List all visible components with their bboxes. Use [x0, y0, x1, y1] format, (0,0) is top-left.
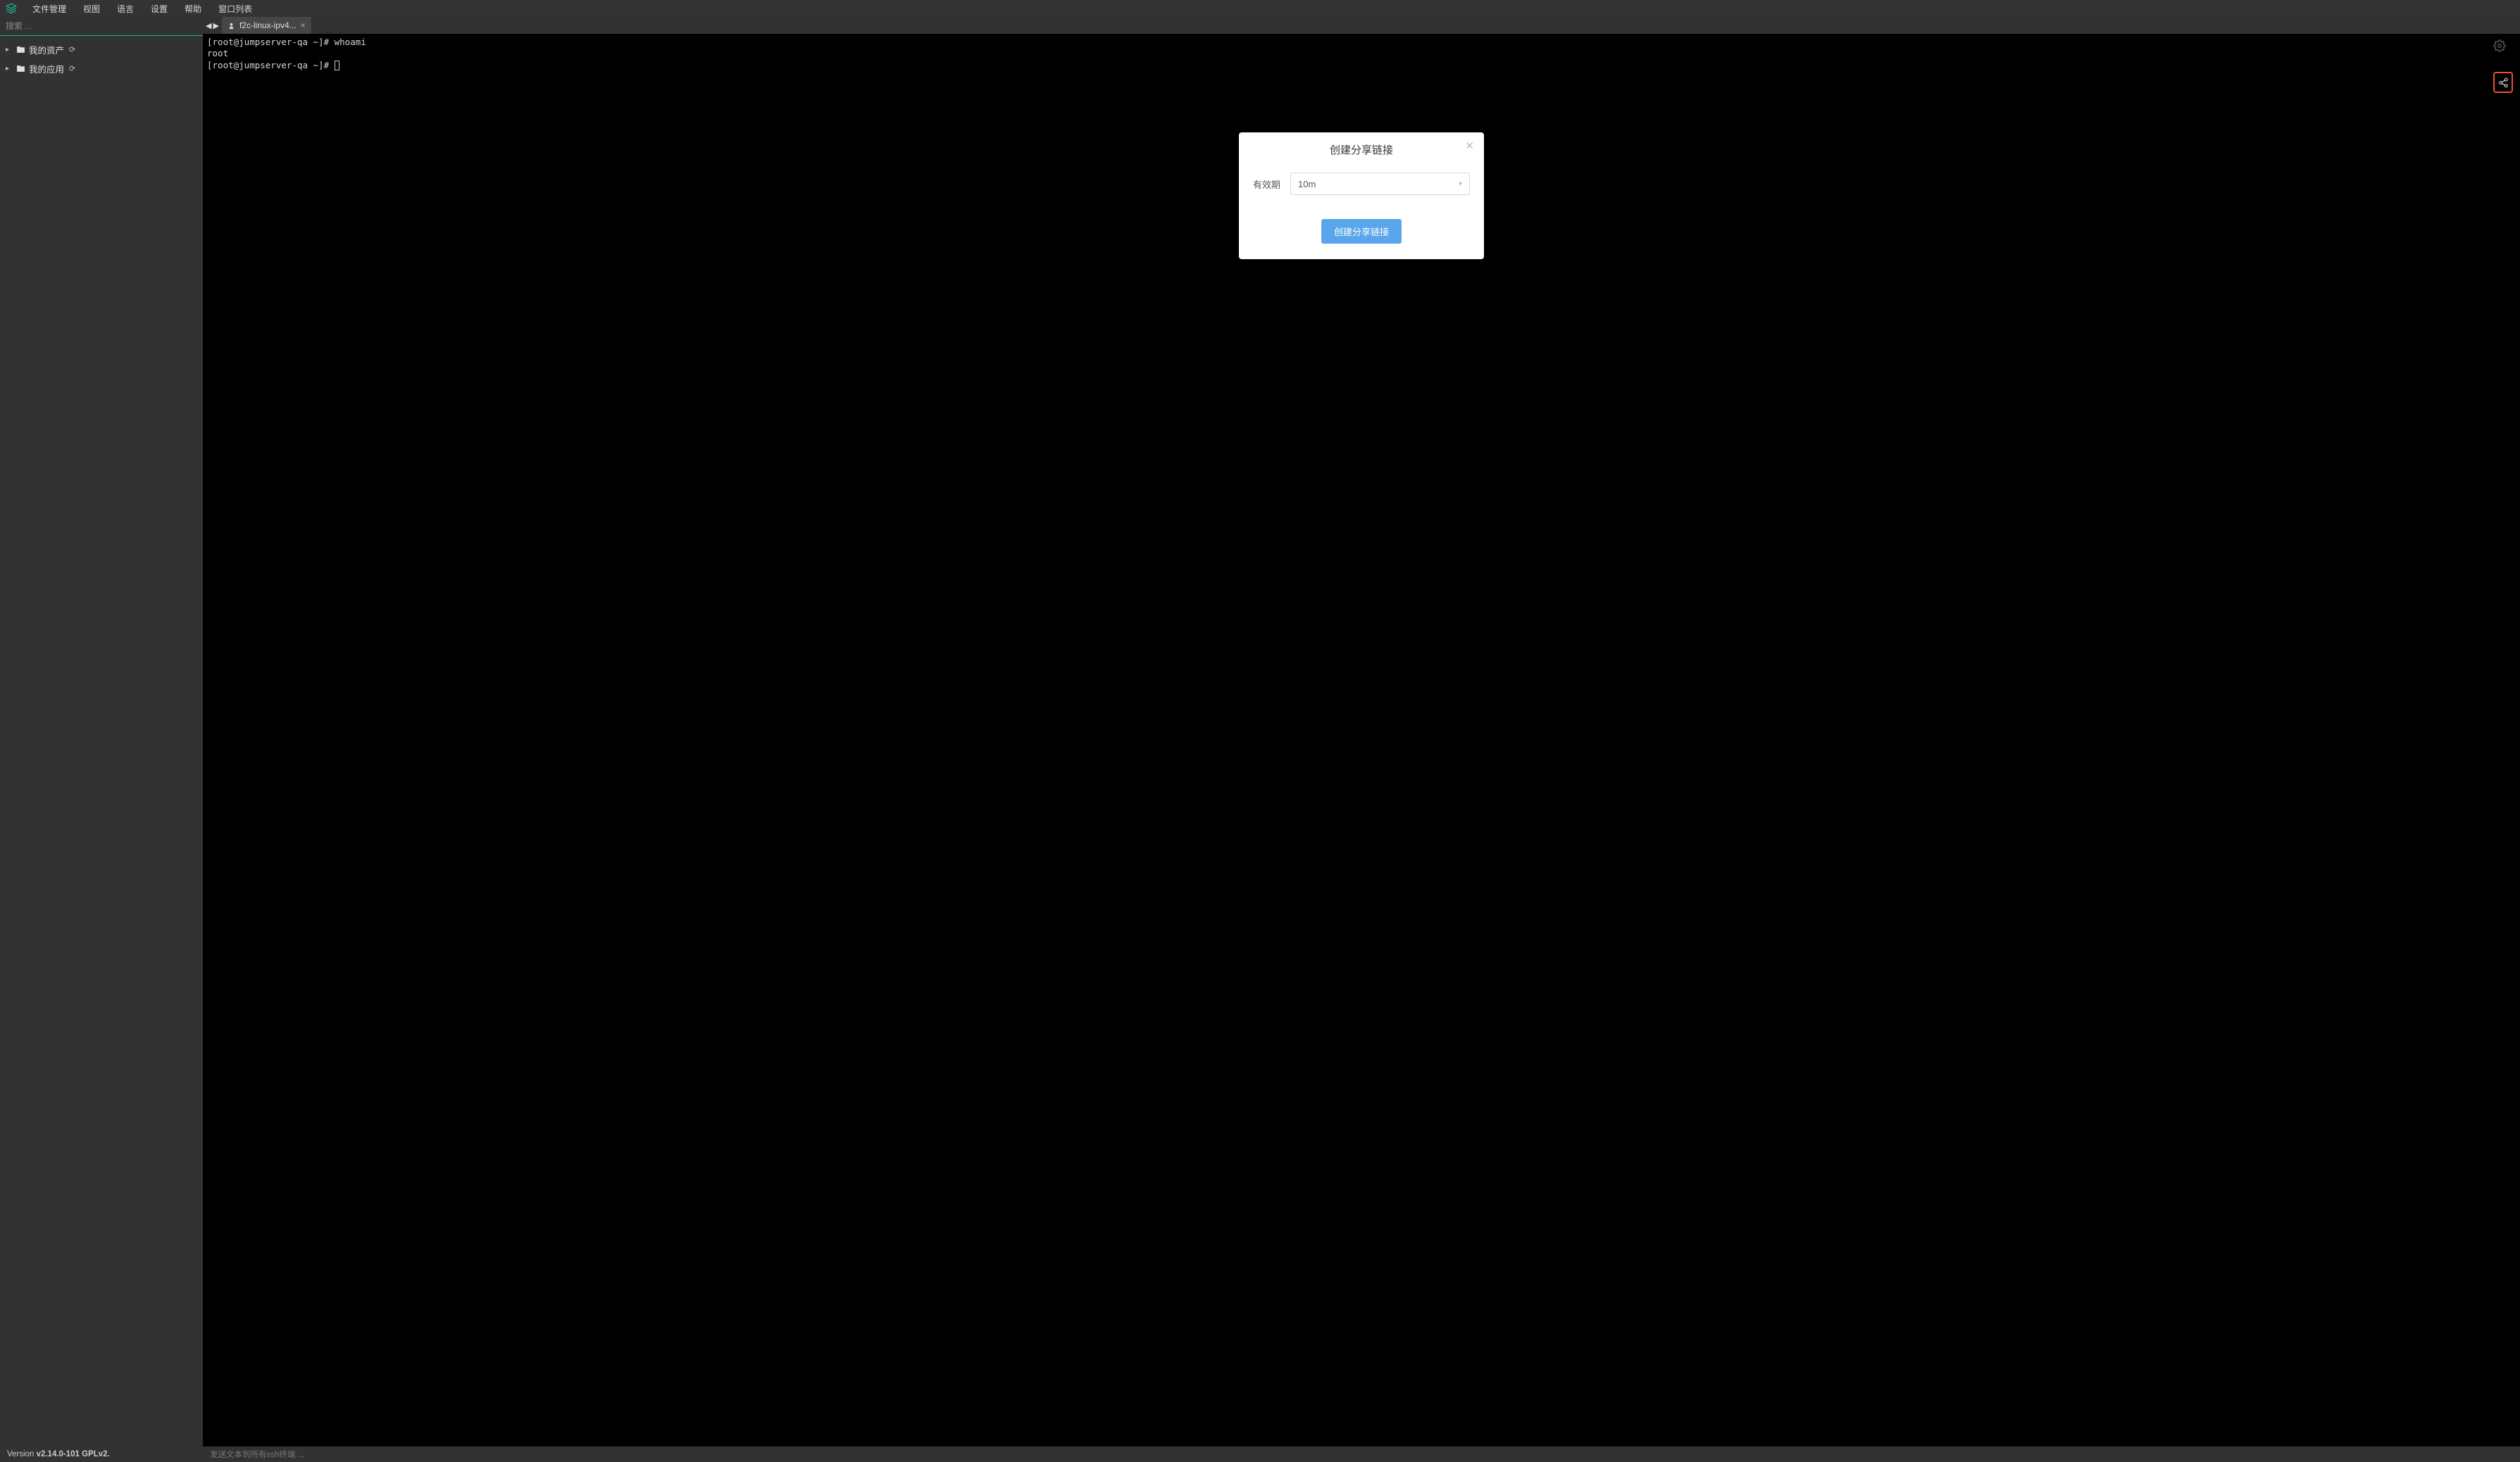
- menu-language[interactable]: 语言: [110, 3, 141, 15]
- terminal-line: [root@jumpserver-qa ~]#: [207, 60, 335, 70]
- tab-bar: ◀ ▶ f2c-linux-ipv4... ×: [203, 17, 2520, 34]
- refresh-icon[interactable]: ⟳: [69, 64, 75, 73]
- app-logo: [4, 1, 18, 15]
- expire-label: 有效期: [1253, 177, 1280, 191]
- menu-help[interactable]: 帮助: [177, 3, 208, 15]
- tab-next-icon[interactable]: ▶: [213, 21, 218, 30]
- tree-item-label: 我的应用: [29, 62, 64, 75]
- modal-footer: 创建分享链接: [1239, 201, 1484, 259]
- tab-nav-arrows: ◀ ▶: [203, 17, 222, 34]
- right-toolbar: [2493, 39, 2513, 93]
- modal-body: 有效期 10m ▾: [1239, 164, 1484, 201]
- tree-item-label: 我的资产: [29, 43, 64, 56]
- menu-settings[interactable]: 设置: [144, 3, 175, 15]
- terminal-line: root: [207, 48, 228, 58]
- sidebar: ▸ 我的资产 ⟳ ▸ 我的应用 ⟳: [0, 17, 203, 1447]
- menu-view[interactable]: 视图: [76, 3, 107, 15]
- tab-label: f2c-linux-ipv4...: [239, 20, 297, 30]
- terminal-cursor: [335, 61, 339, 70]
- main-area: ▸ 我的资产 ⟳ ▸ 我的应用 ⟳ ◀ ▶: [0, 17, 2520, 1447]
- modal-header: 创建分享链接 ✕: [1239, 132, 1484, 164]
- select-value: 10m: [1298, 179, 1316, 189]
- share-icon: [2498, 77, 2509, 88]
- caret-right-icon: ▸: [6, 65, 13, 73]
- share-link-modal: 创建分享链接 ✕ 有效期 10m ▾ 创建分享链接: [1239, 132, 1484, 259]
- refresh-icon[interactable]: ⟳: [69, 45, 75, 54]
- create-share-link-button[interactable]: 创建分享链接: [1321, 219, 1402, 244]
- menu-window-list[interactable]: 窗口列表: [211, 3, 259, 15]
- search-input[interactable]: [0, 17, 203, 36]
- folder-icon: [16, 45, 25, 54]
- tree-item-my-assets[interactable]: ▸ 我的资产 ⟳: [0, 40, 203, 59]
- send-all-text: 发送文本到所有ssh终端 ...: [203, 1449, 311, 1460]
- share-button[interactable]: [2493, 72, 2513, 93]
- close-icon[interactable]: ✕: [1465, 139, 1474, 152]
- close-icon[interactable]: ×: [301, 20, 306, 30]
- tab-prev-icon[interactable]: ◀: [206, 21, 211, 30]
- top-menu-bar: 文件管理 视图 语言 设置 帮助 窗口列表: [0, 0, 2520, 17]
- gear-icon[interactable]: [2493, 39, 2506, 52]
- folder-icon: [16, 64, 25, 73]
- expire-select[interactable]: 10m ▾: [1290, 173, 1470, 195]
- modal-title: 创建分享链接: [1330, 142, 1393, 157]
- content-area: ◀ ▶ f2c-linux-ipv4... × [root@jumpserver…: [203, 17, 2520, 1447]
- terminal-tab[interactable]: f2c-linux-ipv4... ×: [222, 17, 312, 34]
- version-text: Version v2.14.0-101 GPLv2.: [0, 1450, 203, 1458]
- linux-icon: [227, 22, 235, 30]
- chevron-down-icon: ▾: [1459, 180, 1462, 188]
- tree-item-my-apps[interactable]: ▸ 我的应用 ⟳: [0, 59, 203, 78]
- caret-right-icon: ▸: [6, 46, 13, 54]
- terminal-line: [root@jumpserver-qa ~]# whoami: [207, 37, 366, 47]
- menu-file-manage[interactable]: 文件管理: [25, 3, 73, 15]
- footer-bar: Version v2.14.0-101 GPLv2. 发送文本到所有ssh终端 …: [0, 1447, 2520, 1462]
- asset-tree: ▸ 我的资产 ⟳ ▸ 我的应用 ⟳: [0, 36, 203, 78]
